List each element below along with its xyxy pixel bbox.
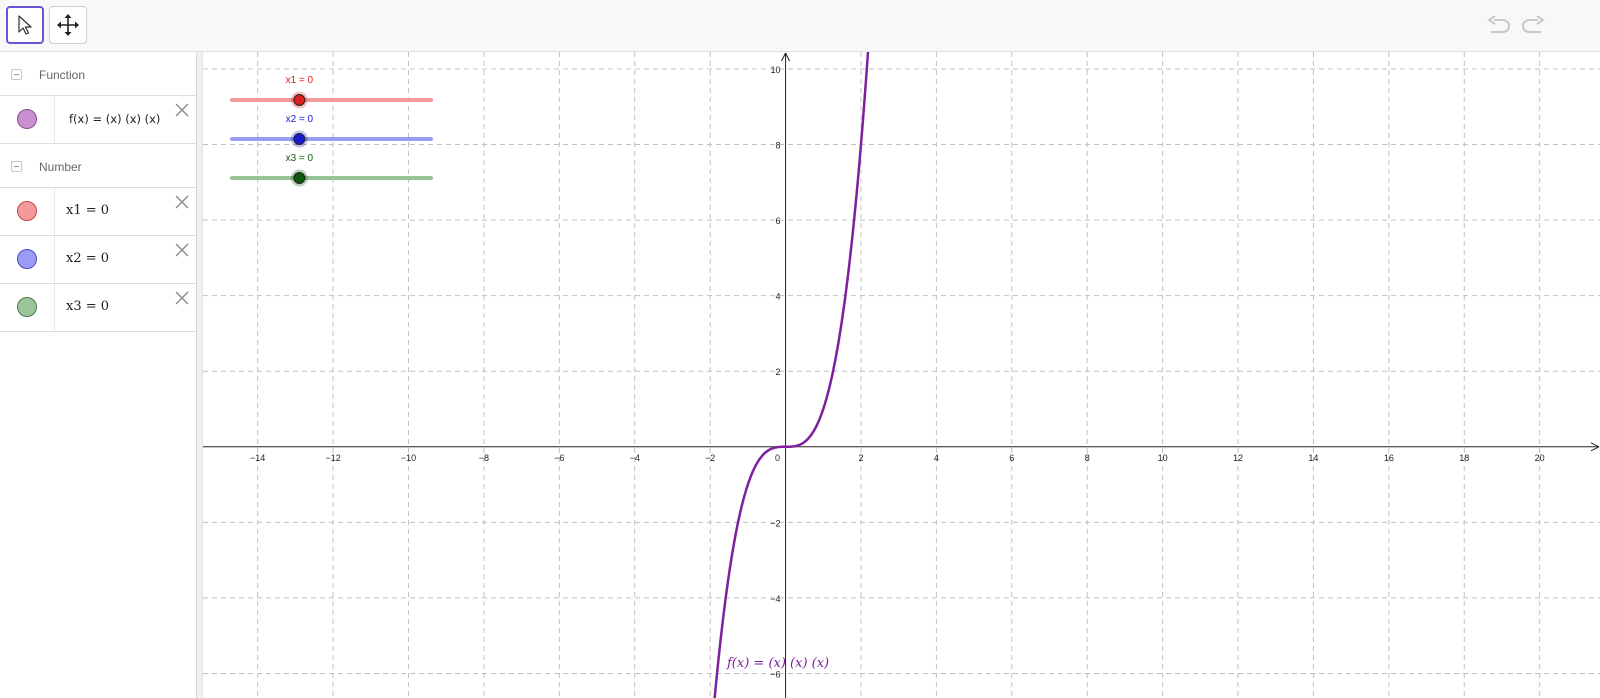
- y-tick-label: 2: [776, 367, 781, 377]
- y-tick-label: 6: [776, 216, 781, 226]
- arrow-cursor-icon: [18, 15, 32, 35]
- x-tick-label: 4: [934, 453, 939, 463]
- marble-cell: [0, 188, 55, 235]
- algebra-row-text[interactable]: f(x) = (x) (x) (x): [69, 112, 160, 126]
- toolbar: [0, 0, 1600, 52]
- y-tick-label: −2: [770, 518, 780, 528]
- slider-label-x3: x3 = 0: [285, 153, 314, 164]
- marble-cell: [0, 284, 55, 331]
- visibility-marble-icon[interactable]: [17, 249, 37, 269]
- y-tick-label: 8: [776, 141, 781, 151]
- x-tick-label: 0: [775, 453, 780, 463]
- algebra-row-x1[interactable]: x1 = 0: [0, 188, 196, 236]
- graphics-view[interactable]: −14 −12 −10 −8 −6 −4 −2 0 2 4 6 8 10 12 14 16 18 20 −6 −4 −2…: [203, 52, 1600, 698]
- marble-cell: [0, 96, 55, 143]
- x-tick-label: −6: [554, 453, 564, 463]
- x-tick-label: −10: [401, 453, 416, 463]
- x-tick-label: 6: [1009, 453, 1014, 463]
- undo-button[interactable]: [1484, 12, 1514, 40]
- algebra-row-text[interactable]: x2 = 0: [66, 251, 109, 266]
- x-tick-label: 14: [1308, 453, 1318, 463]
- visibility-marble-icon[interactable]: [17, 297, 37, 317]
- x-tick-label: −14: [250, 453, 265, 463]
- delete-icon[interactable]: [174, 194, 190, 210]
- x-tick-label: 16: [1384, 453, 1394, 463]
- graphics-canvas[interactable]: −14 −12 −10 −8 −6 −4 −2 0 2 4 6 8 10 12 14 16 18 20−6−4−2…: [203, 52, 1600, 698]
- slider-label-x1: x1 = 0: [285, 75, 314, 86]
- x-tick-label: 10: [1158, 453, 1168, 463]
- delete-icon[interactable]: [174, 102, 190, 118]
- collapse-toggle-icon[interactable]: [11, 161, 22, 172]
- function-curve-f: [713, 52, 870, 698]
- y-tick-label: −4: [770, 594, 780, 604]
- x-tick-label: 20: [1535, 453, 1545, 463]
- x-tick-label: −12: [325, 453, 340, 463]
- function-label: f(x) = (x) (x) (x): [727, 656, 830, 671]
- collapse-toggle-icon[interactable]: [11, 69, 22, 80]
- x-tick-label: 18: [1459, 453, 1469, 463]
- y-tick-label: 10: [771, 65, 781, 75]
- x-tick-label: −2: [705, 453, 715, 463]
- algebra-view: Function f(x) = (x) (x) (x) Number x1 = …: [0, 52, 197, 698]
- category-function: Function: [0, 52, 196, 96]
- move-tool-button[interactable]: [6, 6, 44, 44]
- category-label: Function: [39, 68, 86, 82]
- delete-icon[interactable]: [174, 290, 190, 306]
- algebra-row-x3[interactable]: x3 = 0: [0, 284, 196, 332]
- algebra-row-text[interactable]: x1 = 0: [66, 203, 109, 218]
- marble-cell: [0, 236, 55, 283]
- redo-icon: [1522, 16, 1545, 33]
- visibility-marble-icon[interactable]: [17, 201, 37, 221]
- y-tick-label: 4: [776, 292, 781, 302]
- visibility-marble-icon[interactable]: [17, 109, 37, 129]
- x-tick-label: 8: [1085, 453, 1090, 463]
- slider-knob[interactable]: [293, 172, 306, 184]
- redo-button[interactable]: [1518, 12, 1548, 40]
- x-tick-label: −8: [479, 453, 489, 463]
- category-number: Number: [0, 144, 196, 188]
- undo-icon: [1487, 16, 1510, 33]
- four-way-arrows-icon: [57, 14, 79, 36]
- move-graphics-view-button[interactable]: [49, 6, 87, 44]
- x-tick-label: 2: [858, 453, 863, 463]
- algebra-row-x2[interactable]: x2 = 0: [0, 236, 196, 284]
- delete-icon[interactable]: [174, 242, 190, 258]
- category-label: Number: [39, 160, 82, 174]
- slider-knob[interactable]: [293, 133, 306, 145]
- x-tick-label: 12: [1233, 453, 1243, 463]
- algebra-row-text[interactable]: x3 = 0: [66, 299, 109, 314]
- x-tick-label: −4: [630, 453, 640, 463]
- slider-knob[interactable]: [293, 94, 306, 106]
- slider-label-x2: x2 = 0: [285, 114, 314, 125]
- algebra-row-f[interactable]: f(x) = (x) (x) (x): [0, 96, 196, 144]
